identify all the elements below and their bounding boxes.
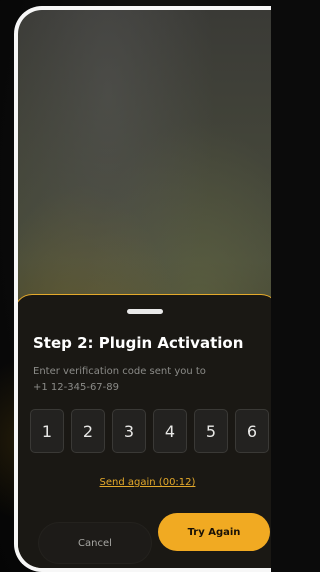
cancel-button[interactable]: Cancel — [39, 523, 151, 563]
activation-bottom-sheet: Step 2: Plugin Activation Enter verifica… — [18, 294, 271, 568]
send-again-link[interactable]: Send again (00:12) — [18, 477, 271, 488]
code-digit-1[interactable]: 1 — [30, 409, 64, 453]
verification-instructions: Enter verification code sent you to +1 1… — [33, 364, 206, 396]
sheet-drag-handle[interactable] — [127, 309, 163, 314]
code-digit-5[interactable]: 5 — [194, 409, 228, 453]
code-digit-6[interactable]: 6 — [235, 409, 269, 453]
app-screen: Step 2: Plugin Activation Enter verifica… — [0, 0, 271, 572]
try-again-button[interactable]: Try Again — [158, 513, 270, 551]
code-digit-4[interactable]: 4 — [153, 409, 187, 453]
phone-number: +1 12-345-67-89 — [33, 382, 120, 393]
phone-frame: Step 2: Plugin Activation Enter verifica… — [14, 6, 271, 572]
instruction-text: Enter verification code sent you to — [33, 366, 206, 377]
verification-code-input: 1 2 3 4 5 6 — [30, 409, 269, 453]
code-digit-2[interactable]: 2 — [71, 409, 105, 453]
sheet-title: Step 2: Plugin Activation — [33, 334, 244, 352]
code-digit-3[interactable]: 3 — [112, 409, 146, 453]
